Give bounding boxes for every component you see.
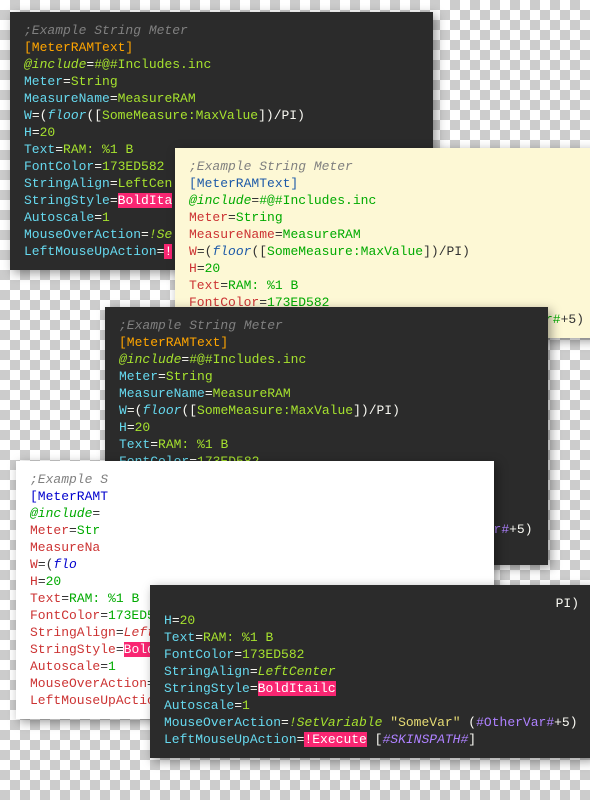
invalid-value: BoldIta <box>118 193 173 208</box>
comment: ;Example String Meter <box>24 23 188 38</box>
code-panel-5: PI) H=20 Text=RAM: %1 B FontColor=173ED5… <box>150 585 590 758</box>
section-header: [MeterRAMText] <box>24 40 133 55</box>
